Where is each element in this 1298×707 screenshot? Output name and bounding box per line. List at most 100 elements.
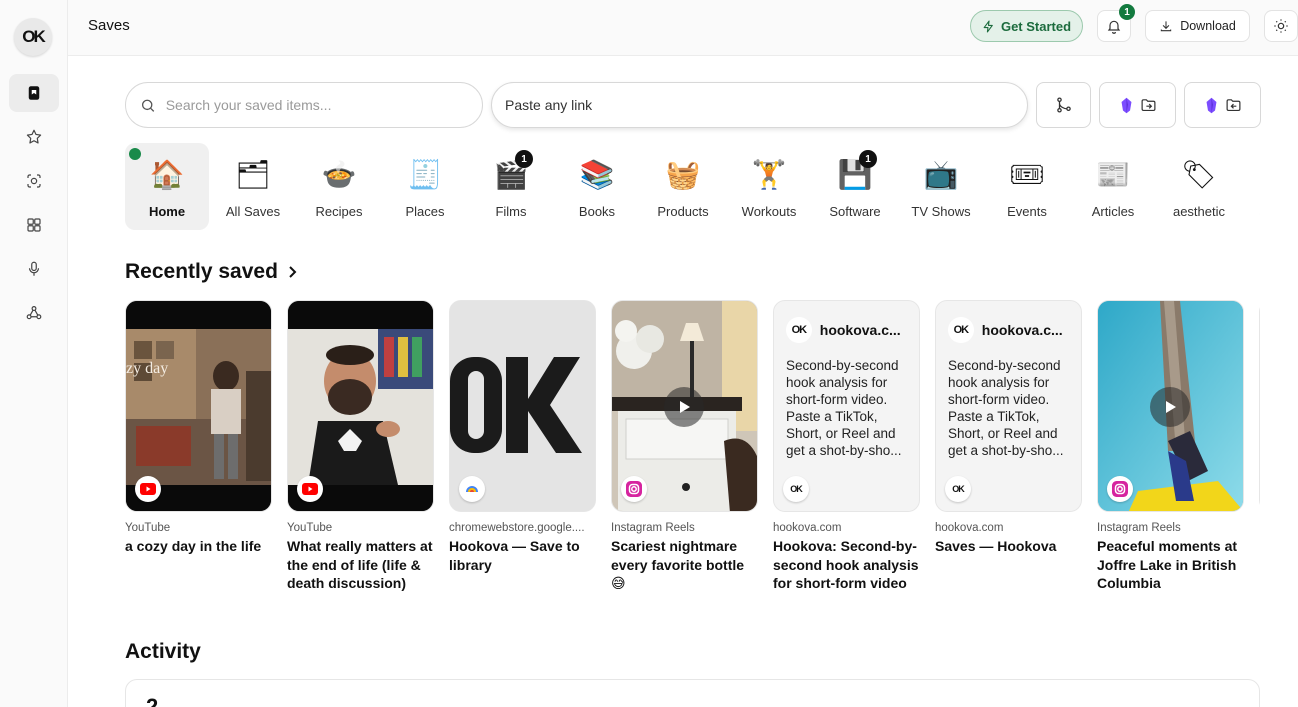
card-header: OK hookova.c... (948, 317, 1069, 343)
receipt-icon: 🧾 (407, 158, 443, 191)
category-all-saves[interactable]: 🗂 All Saves (211, 143, 295, 230)
search-input[interactable] (165, 97, 482, 113)
card-source: Instagram Reels (611, 522, 695, 534)
category-recipes[interactable]: 🍲 Recipes (297, 143, 381, 230)
microphone-icon (28, 261, 40, 276)
category-aesthetic[interactable]: 🏷 aesthetic (1157, 143, 1241, 230)
saved-card[interactable]: Instagram Reels Peaceful moments at Joff… (1097, 300, 1245, 593)
category-products[interactable]: 🧺 Products (641, 143, 725, 230)
download-button[interactable]: Download (1145, 10, 1250, 42)
active-dot (129, 148, 141, 160)
card-description: Second-by-second hook analysis for short… (786, 358, 902, 458)
play-icon[interactable] (1150, 387, 1190, 427)
saved-card[interactable]: chromewebstore.google.... Hookova — Save… (449, 300, 597, 574)
category-count-badge: 1 (515, 150, 533, 168)
card-title: Hookova — Save to library (449, 538, 580, 573)
activity-title: Activity (125, 640, 201, 663)
category-home[interactable]: 🏠 Home (125, 143, 209, 230)
recently-saved-title[interactable]: Recently saved (125, 260, 278, 284)
category-workouts[interactable]: 🏋 Workouts (727, 143, 811, 230)
card-domain: hookova.c... (981, 322, 1063, 338)
saved-card[interactable]: Instagram Reels Scariest nightmare every… (611, 300, 759, 593)
category-events[interactable]: 🎟 Events (985, 143, 1069, 230)
notification-badge: 1 (1119, 4, 1135, 20)
obsidian-icon (1206, 97, 1216, 113)
basket-icon: 🧺 (665, 158, 701, 191)
grid-icon (27, 218, 41, 232)
branch-button[interactable] (1036, 82, 1091, 128)
recently-saved-carousel: zy day YouTube a cozy day in the life Yo… (125, 300, 1260, 600)
chevron-right-icon[interactable] (287, 265, 299, 279)
category-label: Articles (1091, 204, 1135, 219)
instagram-icon (1107, 476, 1133, 502)
theme-toggle-button[interactable] (1264, 10, 1298, 42)
card-thumbnail: OK hookova.c... Second-by-second hook an… (935, 300, 1082, 512)
download-icon (1161, 21, 1172, 32)
category-books[interactable]: 📚 Books (555, 143, 639, 230)
saved-card[interactable]: OK hookova.c... Second-by-second hook an… (773, 300, 921, 593)
sidebar: OK (0, 0, 68, 707)
paste-link-input[interactable] (505, 97, 1027, 113)
category-label: Recipes (315, 204, 363, 219)
category-label: aesthetic (1172, 204, 1226, 219)
card-title: Hookova: Second-by-second hook analysis … (773, 538, 919, 591)
box-icon: 🗂 (235, 158, 271, 191)
category-articles[interactable]: 📰 Articles (1071, 143, 1155, 230)
saved-card-partial[interactable] (1259, 300, 1260, 512)
export-obsidian-button[interactable] (1184, 82, 1261, 128)
sidebar-item-saves[interactable] (9, 74, 59, 112)
sun-icon (1274, 19, 1288, 33)
import-obsidian-button[interactable] (1099, 82, 1176, 128)
category-count-badge: 1 (859, 150, 877, 168)
card-thumbnail (611, 300, 758, 512)
category-more[interactable]: a (1243, 143, 1260, 230)
app-logo[interactable]: OK (14, 18, 52, 56)
page-title: Saves (88, 17, 130, 34)
category-software[interactable]: 💾 Software 1 (813, 143, 897, 230)
category-label: Workouts (741, 204, 797, 219)
hookova-icon: OK (783, 476, 809, 502)
search-icon (141, 99, 155, 112)
card-thumbnail: zy day (125, 300, 272, 512)
category-label: TV Shows (911, 204, 971, 219)
youtube-icon (135, 476, 161, 502)
youtube-icon (297, 476, 323, 502)
sidebar-item-voice[interactable] (9, 250, 59, 288)
top-bar: Saves Get Started 1 Download (68, 0, 1298, 56)
card-source: YouTube (287, 522, 333, 534)
newspaper-icon: 📰 (1095, 158, 1131, 191)
sidebar-item-integrations[interactable] (9, 294, 59, 332)
card-thumbnail (449, 300, 596, 512)
card-title: What really matters at the end of life (… (287, 538, 433, 591)
category-places[interactable]: 🧾 Places (383, 143, 467, 230)
sidebar-item-scan[interactable] (9, 162, 59, 200)
saved-card[interactable]: YouTube What really matters at the end o… (287, 300, 435, 593)
television-icon: 📺 (923, 158, 959, 191)
category-label: Films (495, 204, 527, 219)
bell-icon (1107, 20, 1121, 34)
sidebar-item-favorites[interactable] (9, 118, 59, 156)
sidebar-item-collections[interactable] (9, 206, 59, 244)
get-started-button[interactable]: Get Started (970, 10, 1083, 42)
category-label: Software (829, 204, 881, 219)
search-box (125, 82, 483, 128)
books-icon: 📚 (579, 158, 615, 191)
category-label: Events (1007, 204, 1047, 219)
saved-card[interactable]: zy day YouTube a cozy day in the life (125, 300, 273, 556)
category-films[interactable]: 🎬 Films 1 (469, 143, 553, 230)
app-root: OK Saves Get Started 1 Download Search y… (0, 0, 1298, 707)
activity-panel: 2 (125, 679, 1260, 707)
network-icon (26, 306, 42, 320)
home-icon: 🏠 (149, 158, 185, 191)
star-icon (26, 129, 42, 144)
paste-link-box (491, 82, 1028, 128)
play-icon[interactable] (664, 387, 704, 427)
category-tv-shows[interactable]: 📺 TV Shows (899, 143, 983, 230)
category-label: Home (148, 204, 186, 219)
weightlifter-icon: 🏋 (751, 158, 787, 191)
saved-card[interactable]: OK hookova.c... Second-by-second hook an… (935, 300, 1083, 556)
folder-import-icon (1141, 98, 1155, 111)
card-source: hookova.com (935, 522, 1004, 534)
category-label: Places (405, 204, 445, 219)
category-label: a (1259, 204, 1260, 219)
